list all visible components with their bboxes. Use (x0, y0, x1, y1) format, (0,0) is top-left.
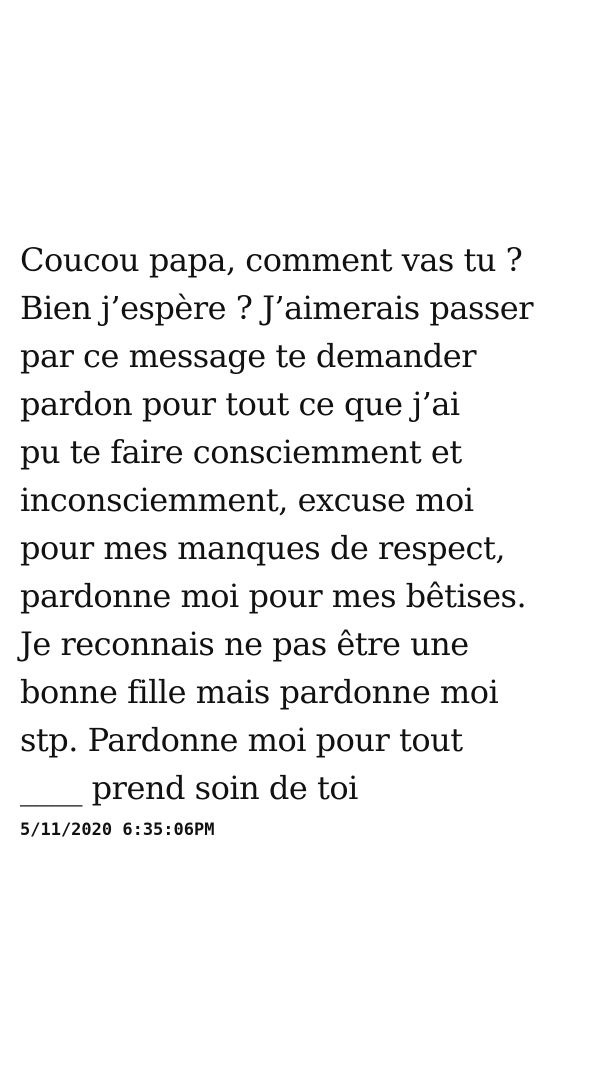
note-container: Coucou papa, comment vas tu ? Bien j’esp… (20, 236, 600, 842)
message-line: pu te faire consciemment et (20, 433, 462, 471)
message-line: stp. Pardonne moi pour tout (20, 721, 463, 759)
message-line: pour mes manques de respect, (20, 529, 505, 567)
message-line: inconsciemment, excuse moi (20, 481, 474, 519)
message-line: Coucou papa, comment vas tu ? (20, 241, 523, 279)
message-line: par ce message te demander (20, 337, 477, 375)
message-text: Coucou papa, comment vas tu ? Bien j’esp… (20, 236, 600, 812)
message-line: pardon pour tout ce que j’ai (20, 385, 460, 423)
message-line: Bien j’espère ? J’aimerais passer (20, 289, 534, 327)
message-line: ____ prend soin de toi (20, 769, 358, 807)
message-line: pardonne moi pour mes bêtises. (20, 577, 527, 615)
timestamp: 5/11/2020 6:35:06PM (20, 820, 215, 840)
message-line: bonne fille mais pardonne moi (20, 673, 499, 711)
message-line: Je reconnais ne pas être une (20, 625, 469, 663)
